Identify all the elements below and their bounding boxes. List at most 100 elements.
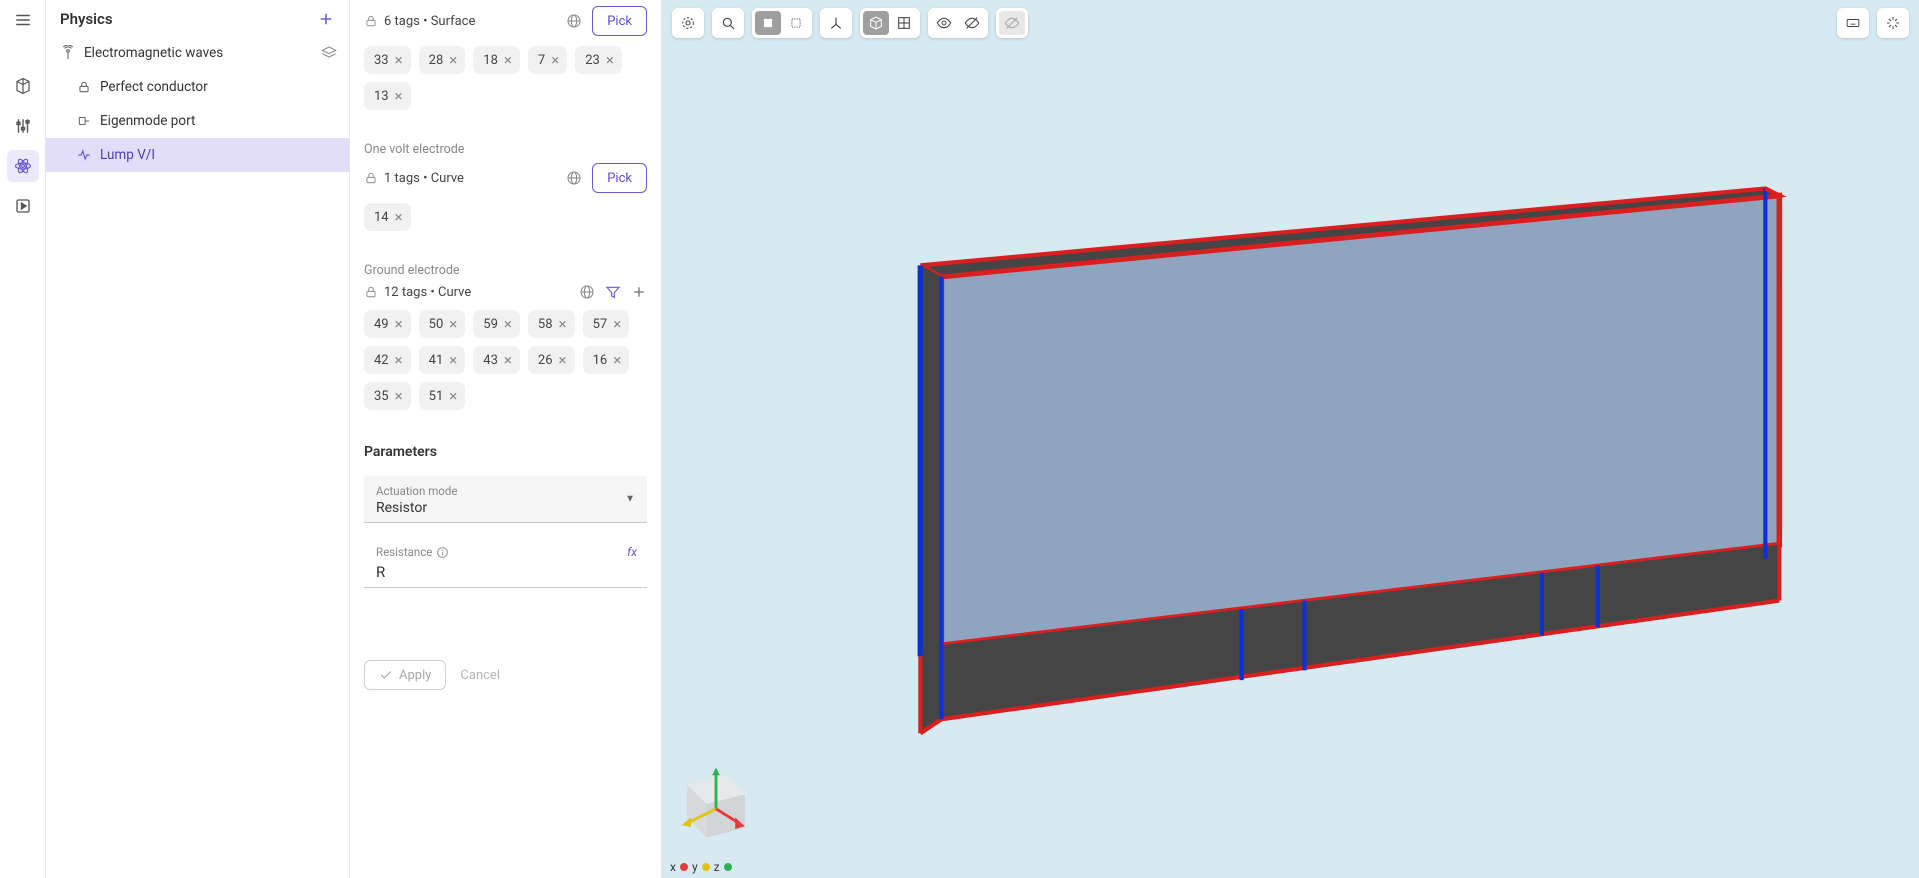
close-icon[interactable]: × bbox=[395, 89, 403, 104]
close-icon[interactable]: × bbox=[559, 353, 567, 368]
close-icon[interactable]: × bbox=[613, 353, 621, 368]
show-icon[interactable] bbox=[931, 11, 957, 35]
close-icon[interactable]: × bbox=[504, 353, 512, 368]
dropdown-label: Actuation mode bbox=[376, 484, 635, 498]
tag-chip[interactable]: 18× bbox=[473, 46, 520, 74]
tag-chip[interactable]: 23× bbox=[575, 46, 622, 74]
axis-labels: x y z bbox=[670, 860, 732, 874]
check-icon bbox=[379, 668, 393, 682]
axis-gizmo[interactable] bbox=[668, 756, 764, 852]
tag-chip[interactable]: 7× bbox=[528, 46, 567, 74]
info-icon bbox=[436, 546, 449, 559]
tree-item-lump-vi[interactable]: Lump V/I bbox=[46, 138, 349, 172]
tag-chip[interactable]: 41× bbox=[419, 346, 466, 374]
pulse-icon bbox=[76, 147, 92, 163]
properties-panel: 6 tags • Surface Pick 33× 28× 18× 7× 23×… bbox=[350, 0, 662, 878]
physics-icon[interactable] bbox=[7, 150, 39, 182]
tag-chip[interactable]: 50× bbox=[419, 310, 466, 338]
keyboard-icon[interactable] bbox=[1840, 11, 1866, 35]
axes-icon[interactable] bbox=[823, 11, 849, 35]
pick-button[interactable]: Pick bbox=[592, 6, 647, 36]
reset-view-icon[interactable] bbox=[675, 11, 701, 35]
tag-chip[interactable]: 28× bbox=[419, 46, 466, 74]
section-ground: 12 tags • Curve 49× 50× 59× 58× 57× 42× … bbox=[364, 284, 647, 420]
tag-chip[interactable]: 14× bbox=[364, 203, 411, 231]
viewport-toolbar bbox=[672, 8, 1028, 38]
zoom-fit-icon[interactable] bbox=[715, 11, 741, 35]
lock-icon bbox=[364, 14, 378, 28]
tree-item-label: Perfect conductor bbox=[100, 79, 208, 95]
close-icon[interactable]: × bbox=[395, 317, 403, 332]
close-icon[interactable]: × bbox=[395, 353, 403, 368]
close-icon[interactable]: × bbox=[606, 53, 614, 68]
play-icon[interactable] bbox=[7, 190, 39, 222]
close-icon[interactable]: × bbox=[395, 210, 403, 225]
pick-button[interactable]: Pick bbox=[592, 163, 647, 193]
tags-summary: 12 tags • Curve bbox=[384, 285, 471, 300]
tag-chip[interactable]: 58× bbox=[528, 310, 575, 338]
tree-item-eigenmode-port[interactable]: Eigenmode port bbox=[46, 104, 349, 138]
select-box-icon[interactable] bbox=[783, 11, 809, 35]
model-canvas[interactable] bbox=[662, 0, 1919, 878]
close-icon[interactable]: × bbox=[559, 317, 567, 332]
actuation-mode-dropdown[interactable]: Actuation mode Resistor ▼ bbox=[364, 476, 647, 523]
tree-title: Physics bbox=[60, 10, 113, 28]
menu-icon[interactable] bbox=[7, 4, 39, 36]
axis-x-dot bbox=[680, 863, 688, 871]
tag-chip[interactable]: 43× bbox=[473, 346, 520, 374]
cancel-button[interactable]: Cancel bbox=[460, 660, 500, 690]
hide-icon[interactable] bbox=[959, 11, 985, 35]
tag-chip[interactable]: 59× bbox=[473, 310, 520, 338]
layers-icon[interactable] bbox=[321, 45, 337, 61]
tag-chip[interactable]: 33× bbox=[364, 46, 411, 74]
close-icon[interactable]: × bbox=[449, 53, 457, 68]
close-icon[interactable]: × bbox=[395, 389, 403, 404]
sliders-icon[interactable] bbox=[7, 110, 39, 142]
add-physics-button[interactable] bbox=[317, 10, 335, 28]
grid-icon[interactable] bbox=[891, 11, 917, 35]
close-icon[interactable]: × bbox=[504, 53, 512, 68]
filter-icon[interactable] bbox=[605, 284, 621, 300]
tree-list: Electromagnetic waves Perfect conductor … bbox=[46, 36, 349, 878]
chevron-down-icon: ▼ bbox=[625, 494, 635, 505]
close-icon[interactable]: × bbox=[551, 53, 559, 68]
select-face-icon[interactable] bbox=[755, 11, 781, 35]
tag-chip[interactable]: 49× bbox=[364, 310, 411, 338]
tree-item-label: Electromagnetic waves bbox=[84, 45, 223, 61]
tag-chip[interactable]: 16× bbox=[583, 346, 630, 374]
chip-list: 14× bbox=[364, 203, 647, 231]
sparkle-icon[interactable] bbox=[1880, 11, 1906, 35]
globe-icon[interactable] bbox=[566, 170, 582, 186]
fx-icon[interactable]: fx bbox=[627, 545, 637, 559]
tree-item-perfect-conductor[interactable]: Perfect conductor bbox=[46, 70, 349, 104]
close-icon[interactable]: × bbox=[504, 317, 512, 332]
tree-item-em-waves[interactable]: Electromagnetic waves bbox=[46, 36, 349, 70]
tree-panel: Physics Electromagnetic waves Perfect co… bbox=[46, 0, 350, 878]
close-icon[interactable]: × bbox=[449, 317, 457, 332]
globe-icon[interactable] bbox=[566, 13, 582, 29]
tag-chip[interactable]: 57× bbox=[583, 310, 630, 338]
section-one-volt: 1 tags • Curve Pick 14× bbox=[364, 163, 647, 241]
close-icon[interactable]: × bbox=[449, 389, 457, 404]
close-icon[interactable]: × bbox=[449, 353, 457, 368]
tag-chip[interactable]: 35× bbox=[364, 382, 411, 410]
viewport-3d[interactable]: x y z bbox=[662, 0, 1919, 878]
tag-chip[interactable]: 42× bbox=[364, 346, 411, 374]
tag-chip[interactable]: 26× bbox=[528, 346, 575, 374]
tree-item-label: Eigenmode port bbox=[100, 113, 195, 129]
close-icon[interactable]: × bbox=[613, 317, 621, 332]
lock-icon bbox=[76, 79, 92, 95]
section-label: Ground electrode bbox=[364, 263, 647, 278]
close-icon[interactable]: × bbox=[395, 53, 403, 68]
add-tag-icon[interactable] bbox=[631, 284, 647, 300]
visibility-disabled-icon bbox=[999, 11, 1025, 35]
section-label: One volt electrode bbox=[364, 142, 647, 157]
tag-chip[interactable]: 13× bbox=[364, 82, 411, 110]
geometry-icon[interactable] bbox=[7, 70, 39, 102]
field-label: Resistance bbox=[376, 545, 635, 559]
globe-icon[interactable] bbox=[579, 284, 595, 300]
tag-chip[interactable]: 51× bbox=[419, 382, 466, 410]
resistance-field[interactable]: Resistance R fx bbox=[364, 539, 647, 588]
wireframe-icon[interactable] bbox=[863, 11, 889, 35]
apply-button[interactable]: Apply bbox=[364, 660, 446, 690]
